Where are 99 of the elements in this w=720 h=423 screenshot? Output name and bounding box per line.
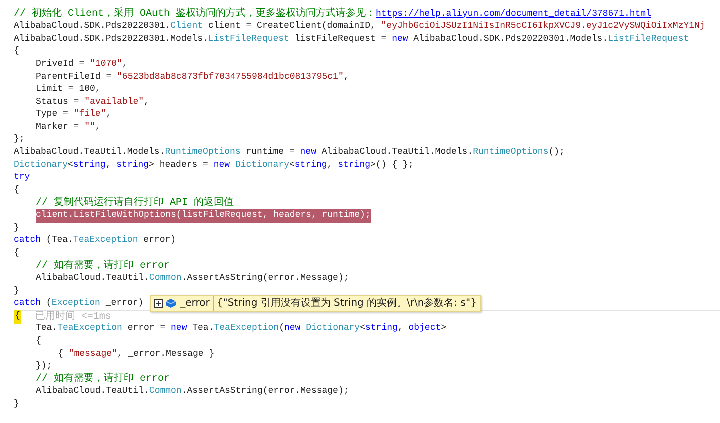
elapsed-time-tip: 已用时间 <=1ms xyxy=(35,310,112,324)
code-text: client = CreateClient(domainID, xyxy=(207,20,377,34)
string-literal: "message" xyxy=(68,348,118,361)
code-text: , xyxy=(106,158,112,172)
cube-icon xyxy=(166,299,176,308)
code-text: AlibabaCloud.TeaUtil.Models. xyxy=(14,146,166,160)
code-text: { xyxy=(14,184,20,197)
string-literal: "1070" xyxy=(90,58,122,71)
code-text: Marker = xyxy=(36,120,80,134)
code-text: AlibabaCloud.SDK.Pds20220301.Models. xyxy=(14,32,208,46)
code-text: client.ListFileWithOptions(listFileRequest, headers, runtime); xyxy=(36,209,371,222)
type-name: Dictionary xyxy=(306,322,360,336)
code-text: < xyxy=(289,158,295,172)
keyword: new xyxy=(284,322,302,336)
code-text: ParentFileId = xyxy=(36,70,113,84)
code-text: { xyxy=(15,310,20,324)
type-name: TeaException xyxy=(214,322,280,336)
code-text: (); xyxy=(548,146,565,160)
code-text: > headers = xyxy=(149,158,210,172)
code-text: < xyxy=(68,158,74,172)
type-name: TeaException xyxy=(73,234,138,248)
keyword: new xyxy=(171,322,188,336)
code-text: Tea. xyxy=(36,322,58,336)
type-name: Client xyxy=(170,20,204,34)
code-comment: // 如有需要，请打印 error xyxy=(36,372,170,386)
keyword: try xyxy=(14,171,30,184)
keyword: string xyxy=(294,158,328,172)
code-text: , xyxy=(122,58,128,71)
code-text: runtime = xyxy=(245,146,296,160)
code-text: } xyxy=(14,284,20,298)
type-name: RuntimeOptions xyxy=(473,146,549,160)
code-text: AlibabaCloud.SDK.Pds20220301.Models. xyxy=(412,32,608,46)
keyword: new xyxy=(392,32,408,46)
type-name: Common xyxy=(149,272,182,286)
string-literal: "available" xyxy=(84,96,144,109)
expand-icon[interactable] xyxy=(154,299,163,308)
code-text: > xyxy=(441,322,447,336)
string-literal: "6523bd8ab8c873fbf7034755984d1bc0813795c1" xyxy=(117,70,344,84)
keyword: catch xyxy=(14,297,42,310)
code-comment: // 复制代码运行请自行打印 API 的返回值 xyxy=(36,196,234,210)
variable-name: _error xyxy=(180,296,214,312)
code-text: < xyxy=(360,322,366,336)
keyword: string xyxy=(366,322,398,336)
code-text: , xyxy=(144,96,150,109)
keyword: new xyxy=(300,146,316,160)
code-text: >() { }; xyxy=(370,158,414,172)
code-text: ( xyxy=(279,322,284,336)
code-text: DriveId = xyxy=(36,58,86,71)
code-text: { xyxy=(36,334,42,348)
keyword: string xyxy=(338,158,371,172)
code-text: AlibabaCloud.TeaUtil.Models. xyxy=(320,146,474,160)
code-comment: // 如有需要，请打印 error xyxy=(36,258,170,274)
code-text: AlibabaCloud.SDK.Pds20220301. xyxy=(14,20,171,34)
string-literal: "eyJhbGciOiJSUzI1NiIsInR5cCI6IkpXVCJ9.eyJ1c2VySWQiOiIxMzY1Nj xyxy=(381,20,706,34)
code-text: }); xyxy=(36,360,52,374)
code-text: listFileRequest = xyxy=(294,32,388,46)
code-text: Type = xyxy=(36,108,70,122)
type-name: RuntimeOptions xyxy=(165,146,241,160)
type-name: ListFileRequest xyxy=(208,32,290,46)
keyword: object xyxy=(408,322,442,336)
code-text: { xyxy=(58,348,64,361)
code-text: ( xyxy=(45,297,52,310)
code-text: }; xyxy=(14,133,25,146)
code-text: , xyxy=(95,120,101,134)
string-literal: "file" xyxy=(74,108,106,122)
code-text: (Tea. xyxy=(45,234,74,248)
code-text: AlibabaCloud.TeaUtil. xyxy=(36,385,150,398)
keyword: string xyxy=(73,158,106,172)
type-name: Dictionary xyxy=(235,158,290,172)
type-name: Common xyxy=(149,385,182,398)
code-text: Status = xyxy=(36,96,80,109)
keyword: new xyxy=(214,158,232,172)
code-text: Limit = 100, xyxy=(36,83,101,96)
link[interactable]: https://help.aliyun.com/document_detail/378671.html xyxy=(376,8,652,22)
code-text: , xyxy=(327,158,334,172)
code-text: _error) xyxy=(104,297,144,310)
code-text: AlibabaCloud.TeaUtil. xyxy=(36,272,150,286)
type-name: ListFileRequest xyxy=(608,32,690,46)
code-text: } xyxy=(14,222,20,235)
code-text: , xyxy=(398,322,404,336)
keyword: string xyxy=(116,158,150,172)
keyword: catch xyxy=(14,234,42,248)
code-text: , _error.Message } xyxy=(117,348,215,361)
code-comment: // 初始化 Client，采用 OAuth 鉴权访问的方式，更多鉴权访问方式请参见： xyxy=(14,6,376,22)
code-text: { xyxy=(14,246,20,260)
code-text: } xyxy=(14,398,20,411)
code-text: , xyxy=(106,108,112,122)
string-literal: "" xyxy=(84,120,96,134)
code-text: error) xyxy=(142,234,176,248)
code-text: Tea. xyxy=(192,322,214,336)
variable-value: {"String 引用没有设置为 String 的实例。\r\n参数名: s"} xyxy=(216,296,477,312)
type-name: TeaException xyxy=(58,322,122,336)
code-text: , xyxy=(344,70,350,84)
code-text: error = xyxy=(126,322,167,336)
code-text: .AssertAsString(error.Message); xyxy=(182,272,350,286)
code-text: { xyxy=(14,45,20,58)
type-name: Dictionary xyxy=(14,158,68,172)
type-name: Exception xyxy=(52,297,100,310)
code-text: .AssertAsString(error.Message); xyxy=(182,385,350,398)
